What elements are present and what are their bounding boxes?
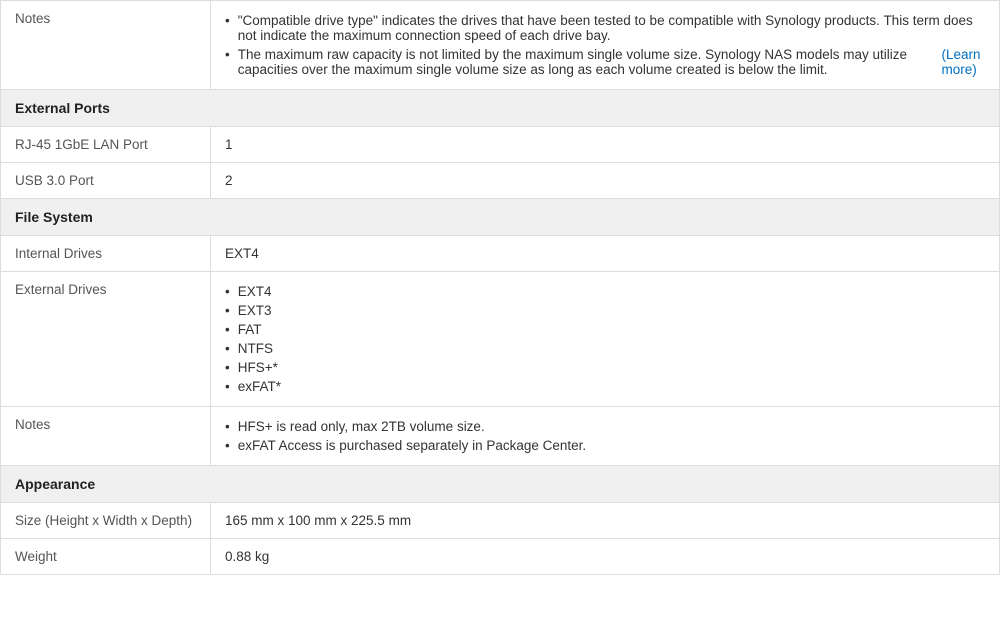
spec-value: EXT4 <box>211 236 1000 272</box>
spec-value: HFS+ is read only, max 2TB volume size.e… <box>211 407 1000 466</box>
spec-label: Weight <box>1 539 211 575</box>
spec-label: USB 3.0 Port <box>1 163 211 199</box>
spec-row: Internal DrivesEXT4 <box>1 236 1000 272</box>
spec-value: 2 <box>211 163 1000 199</box>
spec-value: "Compatible drive type" indicates the dr… <box>211 1 1000 90</box>
bullet-list: "Compatible drive type" indicates the dr… <box>225 11 985 79</box>
bullet-list: EXT4EXT3FATNTFSHFS+*exFAT* <box>225 282 985 396</box>
spec-label: Notes <box>1 1 211 90</box>
spec-value: EXT4EXT3FATNTFSHFS+*exFAT* <box>211 272 1000 407</box>
spec-label: Notes <box>1 407 211 466</box>
list-item: EXT3 <box>225 301 985 320</box>
section-header-label: File System <box>1 199 1000 236</box>
spec-row: Notes "Compatible drive type" indicates t… <box>1 1 1000 90</box>
spec-row: USB 3.0 Port2 <box>1 163 1000 199</box>
spec-row: Notes HFS+ is read only, max 2TB volume s… <box>1 407 1000 466</box>
bullet-list: HFS+ is read only, max 2TB volume size.e… <box>225 417 985 455</box>
list-item: HFS+* <box>225 358 985 377</box>
list-item: NTFS <box>225 339 985 358</box>
spec-value: 1 <box>211 127 1000 163</box>
section-header-label: Appearance <box>1 466 1000 503</box>
section-header: File System <box>1 199 1000 236</box>
spec-table: Notes "Compatible drive type" indicates t… <box>0 0 1000 575</box>
spec-row: External DrivesEXT4EXT3FATNTFSHFS+*exFAT… <box>1 272 1000 407</box>
list-item: exFAT* <box>225 377 985 396</box>
list-item: The maximum raw capacity is not limited … <box>225 45 985 79</box>
spec-row: Weight0.88 kg <box>1 539 1000 575</box>
section-header: External Ports <box>1 90 1000 127</box>
spec-value: 165 mm x 100 mm x 225.5 mm <box>211 503 1000 539</box>
spec-label: Internal Drives <box>1 236 211 272</box>
list-item: FAT <box>225 320 985 339</box>
learn-more-link[interactable]: (Learn more) <box>942 47 985 77</box>
spec-value: 0.88 kg <box>211 539 1000 575</box>
list-item: exFAT Access is purchased separately in … <box>225 436 985 455</box>
section-header: Appearance <box>1 466 1000 503</box>
spec-row: Size (Height x Width x Depth)165 mm x 10… <box>1 503 1000 539</box>
spec-row: RJ-45 1GbE LAN Port1 <box>1 127 1000 163</box>
section-header-label: External Ports <box>1 90 1000 127</box>
list-item: HFS+ is read only, max 2TB volume size. <box>225 417 985 436</box>
spec-label: External Drives <box>1 272 211 407</box>
spec-label: Size (Height x Width x Depth) <box>1 503 211 539</box>
spec-label: RJ-45 1GbE LAN Port <box>1 127 211 163</box>
list-item: "Compatible drive type" indicates the dr… <box>225 11 985 45</box>
list-item: EXT4 <box>225 282 985 301</box>
